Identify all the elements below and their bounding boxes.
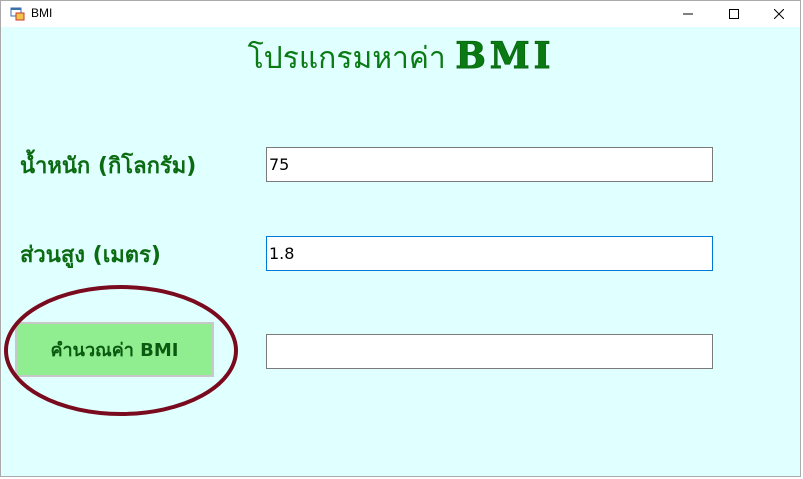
maximize-button[interactable]: [711, 1, 757, 27]
close-icon: [774, 9, 784, 19]
title-brand: BMI: [455, 35, 555, 78]
height-input[interactable]: [266, 236, 713, 271]
bmi-result-field[interactable]: [266, 334, 713, 369]
title-thai: โปรแกรมหาค่า: [247, 41, 446, 76]
minimize-button[interactable]: [665, 1, 711, 27]
window-title: BMI: [31, 6, 53, 20]
height-label: ส่วนสูง (เมตร): [20, 243, 161, 268]
app-icon: [10, 6, 26, 22]
form-client-area: โปรแกรมหาค่า BMI น้ำหนัก (กิโลกรัม) ส่วน…: [1, 27, 800, 478]
page-title: โปรแกรมหาค่า BMI: [1, 35, 801, 82]
weight-input[interactable]: [266, 147, 713, 182]
minimize-icon: [683, 13, 693, 15]
close-button[interactable]: [756, 1, 802, 27]
maximize-icon: [729, 9, 739, 19]
weight-label: น้ำหนัก (กิโลกรัม): [20, 154, 197, 179]
calculate-bmi-button[interactable]: คำนวณค่า BMI: [15, 322, 214, 377]
title-bar[interactable]: BMI: [1, 1, 800, 27]
bmi-window: BMI โปรแกรมหาค่า BMI น้ำหนัก (กิโลกรัม) …: [0, 0, 801, 477]
